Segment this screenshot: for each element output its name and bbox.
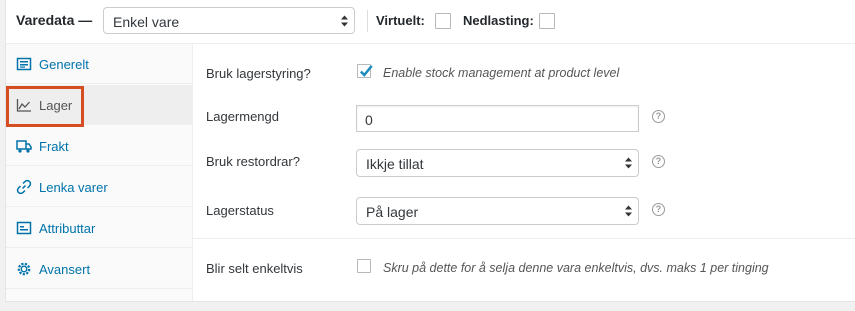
stock-quantity-input[interactable]: 0 bbox=[356, 105, 639, 132]
attributes-icon bbox=[16, 221, 32, 235]
tab-shipping[interactable]: Frakt bbox=[6, 126, 192, 166]
stock-status-value: På lager bbox=[366, 204, 419, 220]
general-icon bbox=[16, 57, 32, 71]
tab-shipping-label: Frakt bbox=[39, 139, 69, 154]
tab-advanced-label: Avansert bbox=[39, 262, 91, 277]
backorders-value: Ikkje tillat bbox=[366, 156, 424, 172]
tab-attributes[interactable]: Attributtar bbox=[6, 208, 192, 248]
tab-attributes-label: Attributtar bbox=[39, 221, 96, 236]
options-divider bbox=[193, 238, 855, 239]
tab-general-label: Generelt bbox=[39, 57, 89, 72]
sold-individually-label: Blir selt enkeltvis bbox=[206, 261, 303, 276]
manage-stock-label: Bruk lagerstyring? bbox=[206, 66, 311, 81]
backorders-select[interactable]: Ikkje tillat bbox=[356, 149, 639, 177]
shipping-icon bbox=[16, 140, 32, 153]
stock-status-select[interactable]: På lager bbox=[356, 197, 639, 225]
stock-quantity-value: 0 bbox=[365, 112, 373, 128]
stock-status-label: Lagerstatus bbox=[206, 203, 274, 218]
manage-stock-checkbox[interactable] bbox=[357, 64, 373, 78]
checkmark-icon bbox=[359, 65, 373, 77]
select-arrows-icon bbox=[625, 205, 632, 217]
inventory-icon bbox=[16, 99, 31, 112]
advanced-icon bbox=[17, 262, 31, 276]
tab-linked-products-label: Lenka varer bbox=[39, 180, 108, 195]
tab-inventory[interactable]: Lager bbox=[6, 85, 192, 125]
product-type-value: Enkel vare bbox=[113, 14, 180, 30]
linked-products-icon bbox=[16, 179, 32, 195]
select-arrows-icon bbox=[625, 157, 632, 169]
product-data-header: Varedata — Enkel vare Virtuelt: Nedlasti… bbox=[6, 0, 855, 44]
tab-advanced[interactable]: Avansert bbox=[6, 249, 192, 289]
backorders-help-icon[interactable]: ? bbox=[652, 155, 665, 168]
product-data-tabs: Generelt Lager Frakt Lenka varer Attribu… bbox=[6, 44, 193, 301]
virtual-label: Virtuelt: bbox=[376, 13, 425, 28]
virtual-checkbox[interactable] bbox=[435, 13, 451, 29]
product-type-select[interactable]: Enkel vare bbox=[103, 7, 355, 34]
stock-status-help-icon[interactable]: ? bbox=[652, 203, 665, 216]
select-arrows-icon bbox=[341, 15, 348, 26]
backorders-label: Bruk restordrar? bbox=[206, 154, 300, 169]
downloadable-checkbox[interactable] bbox=[539, 13, 555, 29]
stock-quantity-help-icon[interactable]: ? bbox=[652, 110, 665, 123]
tab-general[interactable]: Generelt bbox=[6, 44, 192, 84]
manage-stock-description: Enable stock management at product level bbox=[383, 66, 620, 80]
tab-linked-products[interactable]: Lenka varer bbox=[6, 167, 192, 207]
stock-quantity-label: Lagermengd bbox=[206, 109, 279, 124]
product-data-title: Varedata — bbox=[16, 12, 93, 28]
product-data-panel: Varedata — Enkel vare Virtuelt: Nedlasti… bbox=[5, 0, 855, 302]
sold-individually-description: Skru på dette for å selja denne vara enk… bbox=[383, 261, 769, 275]
downloadable-label: Nedlasting: bbox=[463, 13, 534, 28]
tab-inventory-label: Lager bbox=[39, 98, 73, 113]
header-divider bbox=[367, 10, 368, 32]
sold-individually-checkbox[interactable] bbox=[357, 259, 371, 273]
